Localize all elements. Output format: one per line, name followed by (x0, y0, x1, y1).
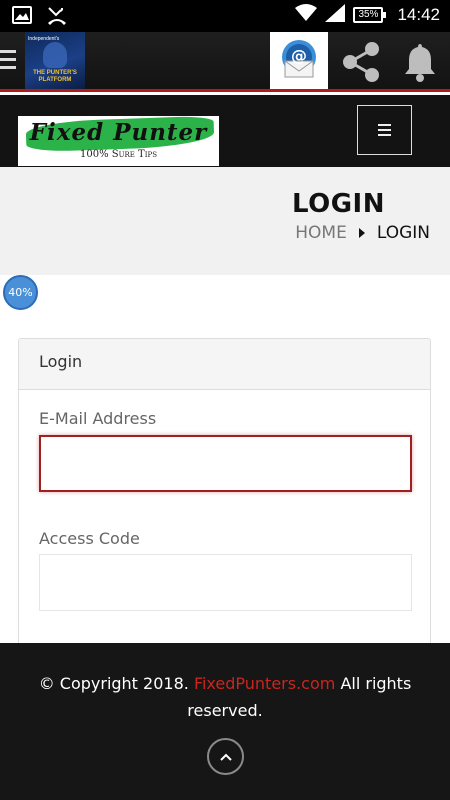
menu-bar (378, 134, 391, 136)
missed-call-icon (46, 6, 68, 30)
nav-menu-toggle[interactable] (357, 105, 412, 155)
bell-icon (398, 44, 442, 88)
email-button[interactable]: @ (270, 32, 328, 90)
fixed-punter-logo[interactable]: Fixed Punter 100% Sure Tips (18, 116, 219, 166)
site-header: Fixed Punter 100% Sure Tips (0, 95, 450, 167)
copyright-text: © Copyright 2018. FixedPunters.com All r… (25, 670, 425, 724)
status-time: 14:42 (397, 5, 440, 24)
logo-title: Fixed Punter (29, 119, 208, 146)
status-bar: 35% 14:42 (0, 0, 450, 32)
battery-icon: 35% (353, 7, 387, 23)
email-label: E-Mail Address (39, 409, 157, 428)
image-icon (12, 6, 32, 30)
login-card-header: Login (19, 339, 430, 390)
email-field[interactable] (39, 435, 412, 492)
page-title-area: LOGIN HOME LOGIN (0, 167, 450, 275)
platform-logo[interactable]: Independent's THE PUNTER'S PLATFORM (25, 32, 85, 90)
menu-bar (378, 129, 391, 131)
notification-button[interactable] (398, 40, 442, 84)
menu-bar (378, 124, 391, 126)
menu-icon[interactable] (0, 50, 16, 74)
breadcrumb-home[interactable]: HOME (295, 223, 347, 243)
email-icon: @ (277, 37, 321, 85)
back-to-top-button[interactable] (207, 738, 244, 775)
share-button[interactable] (338, 40, 384, 84)
svg-text:@: @ (291, 46, 307, 65)
breadcrumb-current: LOGIN (376, 223, 430, 243)
page-title: LOGIN (291, 189, 385, 219)
app-bar-accent-line (0, 89, 450, 92)
site-link[interactable]: FixedPunters.com (194, 674, 335, 693)
logo-tagline: 100% Sure Tips (79, 149, 158, 160)
chevron-up-icon (219, 747, 233, 766)
login-card: Login E-Mail Address Access Code (18, 338, 431, 658)
progress-badge: 40% (3, 275, 38, 310)
access-code-field[interactable] (39, 554, 412, 611)
copyright-prefix: © Copyright 2018. (38, 674, 189, 693)
platform-logo-figure (43, 42, 67, 68)
share-icon (338, 42, 384, 88)
platform-logo-title: THE PUNTER'S PLATFORM (33, 70, 77, 83)
app-bar: Independent's THE PUNTER'S PLATFORM @ (0, 32, 450, 92)
wifi-icon (295, 4, 318, 26)
access-code-label: Access Code (39, 529, 140, 548)
footer: © Copyright 2018. FixedPunters.com All r… (0, 643, 450, 800)
signal-icon (325, 4, 346, 26)
breadcrumb: HOME LOGIN (295, 223, 430, 243)
breadcrumb-separator-icon (358, 228, 365, 238)
